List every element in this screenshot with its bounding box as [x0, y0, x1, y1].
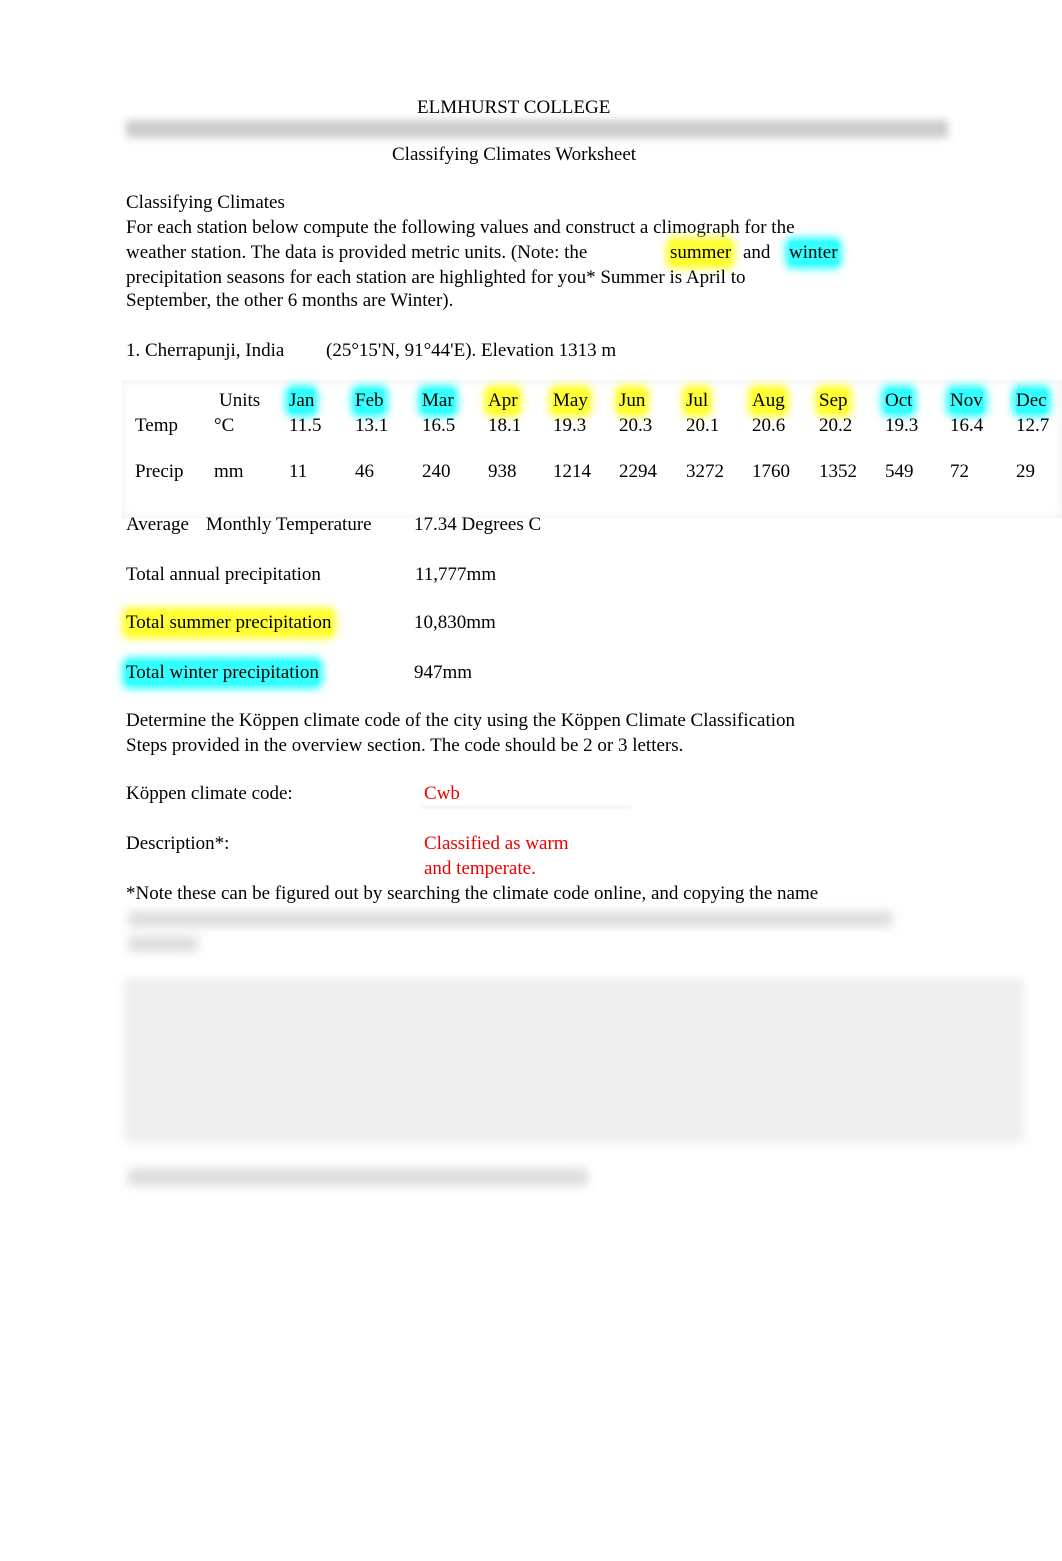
summer-highlight: summer: [670, 241, 732, 265]
summer-precip-label: Total summer precipitation: [126, 611, 332, 635]
table-cell: 20.3: [619, 415, 653, 436]
table-cell: 1760: [752, 461, 790, 482]
redacted-table: [124, 978, 1024, 1143]
table-cell: 29: [1016, 461, 1035, 482]
table-cell: 16.4: [950, 415, 984, 436]
row-label: Temp: [135, 415, 178, 436]
koppen-instruction: Determine the Köppen climate code of the…: [126, 710, 796, 731]
table-cell: 11.5: [289, 415, 322, 436]
total-precip-value: 11,777mm: [415, 564, 497, 585]
redacted-text: [128, 936, 198, 952]
summer-precip-value: 10,830mm: [414, 612, 496, 633]
table-cell: 11: [289, 461, 308, 482]
month-header-jun: Jun: [619, 389, 646, 413]
winter-highlight: winter: [789, 241, 838, 265]
table-cell: 13.1: [355, 415, 389, 436]
koppen-code-label: Köppen climate code:: [126, 783, 293, 804]
table-cell: 19.3: [553, 415, 587, 436]
row-unit: °C: [214, 415, 235, 436]
month-header-dec: Dec: [1016, 389, 1047, 413]
month-header-aug: Aug: [752, 389, 785, 413]
intro-line: precipitation seasons for each station a…: [126, 267, 746, 288]
month-header-feb: Feb: [355, 389, 384, 413]
table-cell: 2294: [619, 461, 657, 482]
climate-data-table: Units Jan Feb Mar Apr May Jun Jul Aug Sep Oct Nov D…: [122, 380, 1062, 518]
table-cell: 20.2: [819, 415, 853, 436]
redacted-text: [128, 1168, 588, 1186]
row-label: Precip: [135, 461, 184, 482]
table-cell: 938: [488, 461, 517, 482]
month-header-apr: Apr: [488, 389, 518, 413]
winter-precip-label: Total winter precipitation: [126, 661, 319, 685]
month-header-jan: Jan: [289, 389, 315, 413]
table-cell: 1214: [553, 461, 591, 482]
redacted-text: [128, 911, 893, 927]
month-header-oct: Oct: [885, 389, 913, 413]
table-cell: 549: [885, 461, 914, 482]
row-unit: mm: [214, 461, 244, 482]
description-label: Description*:: [126, 833, 230, 854]
intro-line: weather station. The data is provided me…: [126, 242, 588, 263]
avg-temp-value: 17.34 Degrees C: [414, 514, 542, 535]
month-header-nov: Nov: [950, 389, 983, 413]
note-text: *Note these can be figured out by search…: [126, 883, 819, 904]
total-precip-label: Total annual precipitation: [126, 564, 321, 585]
college-name: ELMHURST COLLEGE: [417, 97, 611, 118]
koppen-code-value: Cwb: [424, 783, 460, 804]
table-cell: 240: [422, 461, 451, 482]
worksheet-title: Classifying Climates Worksheet: [392, 144, 637, 165]
table-cell: 16.5: [422, 415, 456, 436]
table-cell: 1352: [819, 461, 857, 482]
table-cell: 20.6: [752, 415, 786, 436]
table-cell: 12.7: [1016, 415, 1050, 436]
redacted-bar: [126, 120, 948, 138]
month-header-may: May: [553, 389, 588, 413]
intro-line: September, the other 6 months are Winter…: [126, 290, 454, 311]
answer-underline: [420, 806, 632, 808]
table-cell: 46: [355, 461, 374, 482]
station-coords: (25°15'N, 91°44'E). Elevation 1313 m: [326, 340, 617, 361]
table-cell: 20.1: [686, 415, 720, 436]
avg-temp-label-b: Monthly Temperature: [206, 514, 372, 535]
units-header: Units: [219, 390, 261, 411]
description-value: and temperate.: [424, 858, 536, 879]
section-heading: Classifying Climates: [126, 192, 285, 213]
description-value: Classified as warm: [424, 833, 569, 854]
table-cell: 3272: [686, 461, 724, 482]
koppen-instruction: Steps provided in the overview section. …: [126, 735, 684, 756]
intro-and: and: [743, 242, 771, 263]
avg-temp-label-a: Average: [126, 514, 189, 535]
month-header-sep: Sep: [819, 389, 848, 413]
month-header-jul: Jul: [686, 389, 709, 413]
document-page: ELMHURST COLLEGE Classifying Climates Wo…: [0, 0, 1062, 1561]
station-name: 1. Cherrapunji, India: [126, 340, 285, 361]
month-header-mar: Mar: [422, 389, 454, 413]
intro-line: For each station below compute the follo…: [126, 217, 795, 238]
winter-precip-value: 947mm: [414, 662, 473, 683]
table-cell: 72: [950, 461, 969, 482]
table-cell: 18.1: [488, 415, 522, 436]
table-cell: 19.3: [885, 415, 919, 436]
